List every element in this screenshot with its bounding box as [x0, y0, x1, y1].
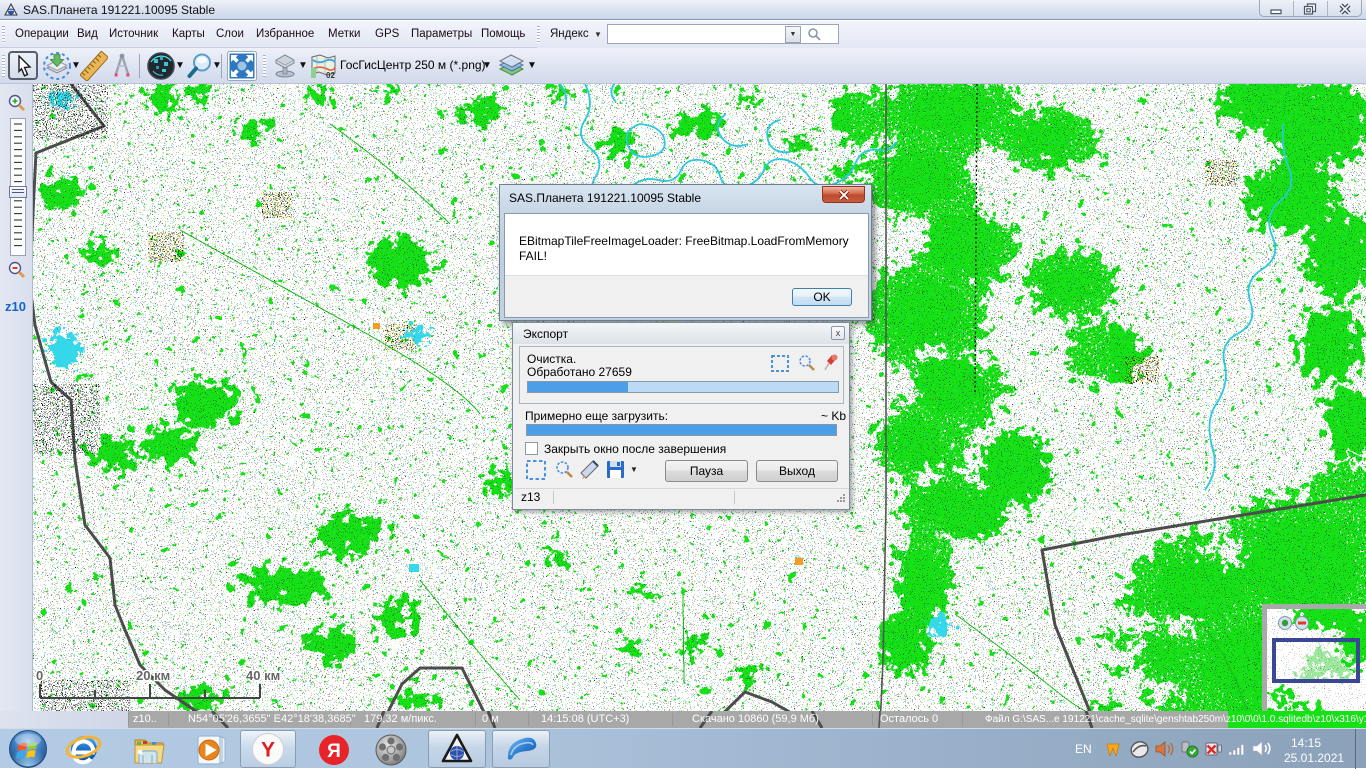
- svg-text:02: 02: [326, 71, 335, 80]
- svg-text:0: 0: [36, 668, 43, 683]
- svg-text:Y: Y: [261, 739, 275, 762]
- svg-text:20 км: 20 км: [136, 668, 170, 683]
- svg-text:Я: Я: [327, 741, 341, 762]
- svg-text:40 км: 40 км: [246, 668, 280, 683]
